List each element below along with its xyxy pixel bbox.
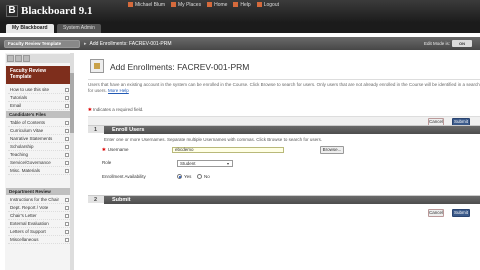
sidebar-item[interactable]: Curriculum Vitae [8, 127, 72, 135]
logo-text: Blackboard 9.1 [21, 5, 93, 17]
step-2-header: 2 Submit [88, 195, 480, 204]
required-star-icon: ✱ [102, 147, 106, 152]
step-title: Enroll Users [104, 126, 480, 134]
item-options-icon[interactable] [65, 222, 69, 226]
enrollment-availability-label: Enrollment Availability [102, 174, 146, 179]
user-name-link[interactable]: Michael Blum [128, 2, 165, 8]
item-options-icon[interactable] [65, 137, 69, 141]
step-1-header: 1 Enroll Users [88, 125, 480, 134]
sidebar-section-header[interactable]: Candidate's Files [6, 111, 72, 118]
radio-unselected-icon[interactable] [197, 174, 202, 179]
item-options-icon[interactable] [65, 238, 69, 242]
tab-row: My Blackboard System Admin [0, 22, 480, 33]
course-menu: Faculty Review Template How to use this … [5, 53, 73, 270]
sidebar-section-header[interactable]: Department Review [6, 188, 72, 195]
more-help-link[interactable]: More Help [108, 88, 129, 93]
item-options-icon[interactable] [65, 129, 69, 133]
sidebar-item[interactable]: Email [8, 102, 72, 110]
item-options-icon[interactable] [65, 161, 69, 165]
help-link[interactable]: Help [233, 2, 251, 8]
sidebar-item[interactable]: Table of Contents [8, 119, 72, 127]
item-options-icon[interactable] [65, 153, 69, 157]
course-menu-button[interactable]: Faculty Review Template [4, 40, 80, 48]
sidebar-item[interactable]: Tutorials [8, 94, 72, 102]
places-icon [171, 2, 177, 8]
item-options-icon[interactable] [65, 198, 69, 202]
user-icon [128, 2, 133, 8]
sidebar-item[interactable]: How to use this site [8, 86, 72, 94]
chevron-down-icon: ▾ [227, 161, 230, 166]
home-icon [207, 2, 213, 8]
submit-button-bottom[interactable]: Submit [452, 209, 470, 217]
sidebar-item[interactable]: Service/Governance [8, 159, 72, 167]
sidebar-item[interactable]: External Evaluation [8, 220, 72, 228]
view-toggle-icon[interactable] [23, 55, 30, 62]
scrollbar-thumb[interactable] [70, 73, 74, 133]
top-links: Michael Blum My Places Home Help Logout [128, 2, 279, 8]
refresh-icon[interactable] [15, 55, 22, 62]
item-options-icon[interactable] [65, 230, 69, 234]
intro-text: Users that have an existing account in t… [88, 82, 480, 93]
main-content: Add Enrollments: FACREV-001-PRM Users th… [80, 53, 480, 270]
edit-mode-toggle[interactable]: ON [452, 40, 472, 47]
availability-yes-option[interactable]: Yes [177, 174, 191, 179]
sidebar-item[interactable]: Dept. Report / Vote [8, 204, 72, 212]
sidebar-item[interactable]: Scholarship [8, 143, 72, 151]
item-options-icon[interactable] [65, 169, 69, 173]
logout-icon [256, 2, 262, 8]
add-enrollment-icon [90, 59, 104, 73]
sidebar-item[interactable]: Letters of Support [8, 228, 72, 236]
blackboard-logo[interactable]: B Blackboard 9.1 [6, 5, 93, 17]
breadcrumb: ▸ Add Enrollments: FACREV-001-PRM [84, 41, 172, 47]
cancel-button-bottom[interactable]: Cancel [428, 209, 444, 217]
help-icon [233, 2, 239, 8]
sidebar-item[interactable]: Narrative Statements [8, 135, 72, 143]
step-title: Submit [104, 196, 480, 204]
item-options-icon[interactable] [65, 145, 69, 149]
my-places-link[interactable]: My Places [171, 2, 201, 8]
item-options-icon[interactable] [65, 121, 69, 125]
divider [88, 79, 480, 80]
sidebar-item[interactable]: Instructions for the Chair [8, 196, 72, 204]
required-star-icon: ✱ [88, 107, 92, 112]
logout-link[interactable]: Logout [256, 2, 279, 8]
tab-system-admin[interactable]: System Admin [57, 24, 101, 33]
sidebar-scrollbar[interactable] [70, 53, 74, 270]
add-menu-item-icon[interactable] [7, 55, 14, 62]
item-options-icon[interactable] [65, 104, 69, 108]
item-options-icon[interactable] [65, 96, 69, 100]
step-number: 2 [94, 197, 98, 203]
username-label: ✱ Username [102, 147, 129, 152]
item-options-icon[interactable] [65, 214, 69, 218]
sidebar-item[interactable]: Teaching [8, 151, 72, 159]
edit-mode-label: Edit Mode is: [424, 41, 451, 46]
home-link[interactable]: Home [207, 2, 227, 8]
item-options-icon[interactable] [65, 88, 69, 92]
item-options-icon[interactable] [65, 206, 69, 210]
page-title: Add Enrollments: FACREV-001-PRM [110, 62, 250, 72]
course-menu-toolbar [6, 54, 72, 63]
sidebar-item[interactable]: Chair's Letter [8, 212, 72, 220]
required-note: ✱ Indicates a required field. [88, 107, 144, 112]
step-number: 1 [94, 127, 98, 133]
breadcrumb-separator: ▸ [84, 41, 87, 47]
role-select[interactable]: Student ▾ [177, 160, 233, 167]
role-label: Role [102, 160, 112, 165]
top-bar: B Blackboard 9.1 Michael Blum My Places … [0, 0, 480, 22]
step-1-description: Enter one or more Usernames. Separate mu… [104, 137, 323, 142]
tab-my-blackboard[interactable]: My Blackboard [6, 24, 54, 33]
sidebar-item[interactable]: Misc. Materials [8, 167, 72, 175]
breadcrumb-bar: Faculty Review Template ▸ Add Enrollment… [0, 37, 480, 50]
availability-no-option[interactable]: No [197, 174, 210, 179]
browse-button[interactable]: Browse... [320, 146, 344, 154]
radio-selected-icon[interactable] [177, 174, 182, 179]
sidebar-item[interactable]: Miscellaneous [8, 236, 72, 244]
logo-mark-icon: B [6, 5, 18, 17]
course-title[interactable]: Faculty Review Template [6, 66, 72, 84]
username-input[interactable]: ebcdemo [172, 147, 284, 153]
breadcrumb-current: Add Enrollments: FACREV-001-PRM [89, 41, 172, 47]
